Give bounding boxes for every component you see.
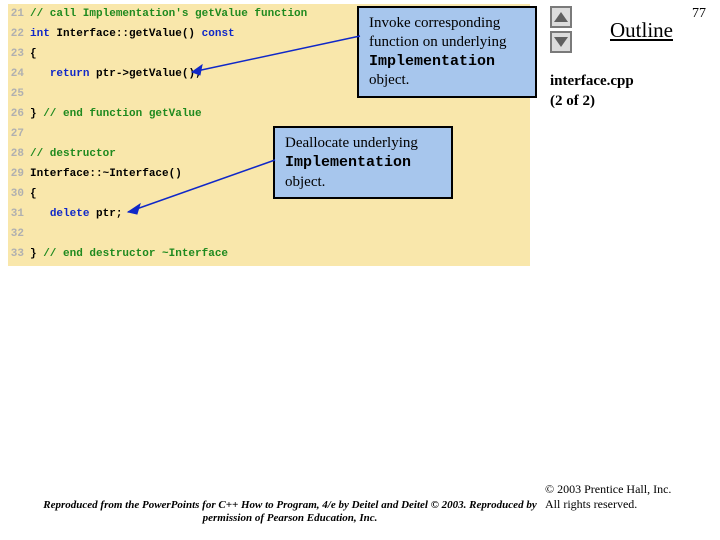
code-token: int — [30, 24, 50, 44]
line-number: 28 — [8, 144, 30, 164]
file-part: (2 of 2) — [550, 93, 595, 109]
callout-text: function on underlying — [369, 34, 506, 50]
code-token — [30, 64, 50, 84]
code-token: // end destructor ~Interface — [43, 244, 228, 264]
line-number: 25 — [8, 84, 30, 104]
callout-mono: Implementation — [285, 154, 411, 171]
copyright: © 2003 Prentice Hall, Inc. All rights re… — [545, 482, 710, 512]
reproduction-note: Reproduced from the PowerPoints for C++ … — [40, 499, 540, 527]
callout-text: Invoke corresponding — [369, 15, 500, 31]
file-name: interface.cpp — [550, 73, 634, 89]
code-token: } — [30, 104, 43, 124]
line-number: 31 — [8, 204, 30, 224]
triangle-down-icon — [554, 37, 568, 47]
page-number: 77 — [692, 6, 706, 22]
code-token: } — [30, 244, 43, 264]
callout-mono: Implementation — [369, 53, 495, 70]
code-token — [30, 204, 50, 224]
code-line: 31 delete ptr; — [8, 204, 530, 224]
copyright-line: © 2003 Prentice Hall, Inc. — [545, 482, 671, 496]
nav-down-button[interactable] — [550, 31, 572, 53]
code-token: // destructor — [30, 144, 116, 164]
code-token: ptr->getValue(); — [89, 64, 201, 84]
callout-text: object. — [369, 72, 409, 88]
code-token: const — [202, 24, 235, 44]
code-token: Interface::getValue() — [50, 24, 202, 44]
line-number: 27 — [8, 124, 30, 144]
callout-invoke: Invoke corresponding function on underly… — [357, 6, 537, 98]
code-line: 33} // end destructor ~Interface — [8, 244, 530, 264]
code-line: 26} // end function getValue — [8, 104, 530, 124]
line-number: 21 — [8, 4, 30, 24]
code-token: ptr; — [89, 204, 122, 224]
line-number: 29 — [8, 164, 30, 184]
code-line: 32 — [8, 224, 530, 244]
code-token: { — [30, 44, 37, 64]
line-number: 24 — [8, 64, 30, 84]
code-token: // call Implementation's getValue functi… — [30, 4, 307, 24]
line-number: 32 — [8, 224, 30, 244]
outline-link[interactable]: Outline — [610, 18, 673, 43]
triangle-up-icon — [554, 12, 568, 22]
callout-text: Deallocate underlying — [285, 135, 418, 151]
sidebar: Outline interface.cpp (2 of 2) — [550, 6, 710, 56]
code-token: Interface::~Interface() — [30, 164, 182, 184]
file-label: interface.cpp (2 of 2) — [550, 72, 634, 111]
line-number: 26 — [8, 104, 30, 124]
callout-deallocate: Deallocate underlying Implementation obj… — [273, 126, 453, 199]
line-number: 30 — [8, 184, 30, 204]
code-token: // end function getValue — [43, 104, 201, 124]
line-number: 23 — [8, 44, 30, 64]
copyright-line: All rights reserved. — [545, 497, 637, 511]
code-token: { — [30, 184, 37, 204]
callout-text: object. — [285, 174, 325, 190]
code-token: return — [50, 64, 90, 84]
nav-up-button[interactable] — [550, 6, 572, 28]
line-number: 33 — [8, 244, 30, 264]
code-token: delete — [50, 204, 90, 224]
line-number: 22 — [8, 24, 30, 44]
